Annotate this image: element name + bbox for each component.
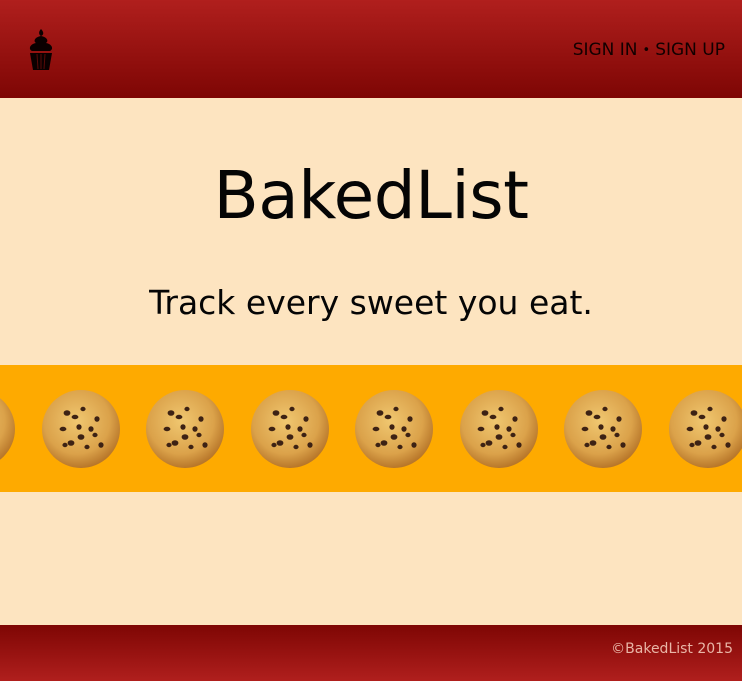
cookie-icon [41, 390, 120, 468]
cookie-icon [146, 390, 224, 468]
page-title: BakedList [213, 157, 529, 234]
cookie-icon [0, 398, 15, 460]
cookie-icon [564, 390, 642, 468]
footer: ©BakedList 2015 [0, 625, 742, 681]
copyright-text: ©BakedList 2015 [611, 641, 733, 657]
cupcake-icon[interactable] [24, 27, 58, 71]
cookie-band [0, 365, 742, 492]
auth-nav: SIGN IN • SIGN UP [573, 38, 725, 62]
header: SIGN IN • SIGN UP [0, 0, 742, 98]
tagline: Track every sweet you eat. [149, 283, 593, 322]
cookie-icon [668, 390, 742, 468]
cookie-icon [355, 390, 433, 468]
cookie-icon [250, 390, 329, 468]
cookie-icon [459, 390, 538, 468]
sign-up-link[interactable]: SIGN UP [655, 40, 725, 60]
nav-separator: • [642, 42, 651, 58]
sign-in-link[interactable]: SIGN IN [573, 40, 638, 60]
